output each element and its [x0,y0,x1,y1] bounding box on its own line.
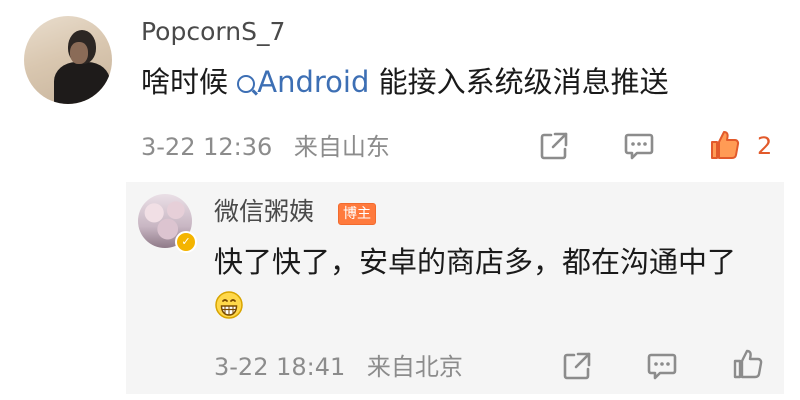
comment-meta: 3-22 12:36 来自山东 [141,132,390,162]
comment-button[interactable] [622,129,656,163]
reply-location: 来自北京 [366,353,463,381]
comment-icon [647,353,677,380]
comment-text: 啥时候 Android 能接入系统级消息推送 [141,62,669,102]
comment-time: 3-22 12:36 [141,133,273,161]
topic-search-icon [237,75,256,93]
reply-meta: 3-22 18:41 来自北京 [214,352,463,382]
topic-link[interactable]: Android [237,65,378,99]
comment-text-before: 啥时候 [141,65,229,99]
comment-text-after: 能接入系统级消息推送 [378,65,669,99]
topic-link-label: Android [257,65,370,99]
author-badge: 博主 [338,203,376,225]
comment-location: 来自山东 [293,133,390,161]
reply-like-button[interactable] [731,347,765,381]
share-icon [540,132,568,160]
reply-text: 快了快了，安卓的商店多，都在沟通中了 [214,240,774,328]
comment-icon [624,133,654,160]
share-button[interactable] [537,129,571,163]
avatar[interactable] [24,16,112,104]
comment-username[interactable]: PopcornS_7 [141,16,285,48]
like-button[interactable] [708,128,742,162]
grinning-emoji-icon [214,290,244,320]
like-count: 2 [757,132,773,160]
share-icon [563,352,591,380]
reply-time: 3-22 18:41 [214,353,346,381]
like-icon [711,131,740,159]
reply-share-button[interactable] [560,349,594,383]
reply-text-content: 快了快了，安卓的商店多，都在沟通中了 [214,245,737,279]
reply-comment-button[interactable] [645,349,679,383]
reply-username[interactable]: 微信粥姨 [214,196,314,228]
like-icon [733,349,763,379]
verified-icon: ✓ [175,231,197,253]
